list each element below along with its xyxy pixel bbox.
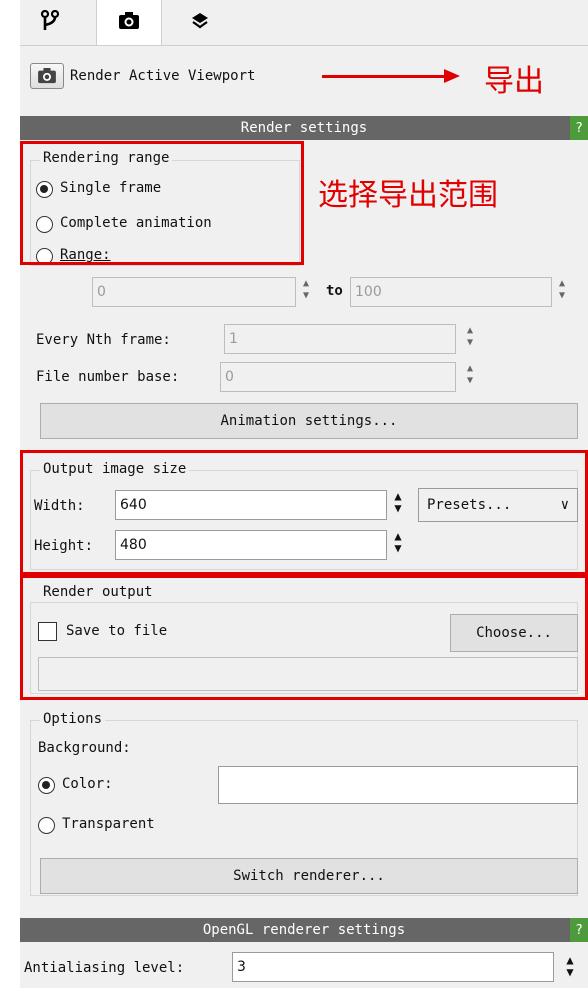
annotation-box-output	[20, 575, 588, 700]
tab-pipeline[interactable]	[30, 0, 70, 46]
annotation-select-range: 选择导出范围	[318, 178, 498, 213]
tab-render[interactable]	[96, 0, 162, 46]
transparent-radio[interactable]	[38, 817, 55, 834]
every-nth-spinner[interactable]: ▲ ▼	[462, 325, 478, 353]
annotation-export: 导出	[484, 64, 544, 99]
color-label: Color:	[62, 776, 113, 792]
switch-renderer-button[interactable]: Switch renderer...	[40, 858, 578, 894]
range-from-spinner[interactable]: ▲ ▼	[298, 278, 314, 306]
file-number-base-spinner[interactable]: ▲ ▼	[462, 363, 478, 391]
annotation-box-size	[20, 450, 588, 575]
help-icon[interactable]: ?	[570, 918, 588, 942]
transparent-label: Transparent	[62, 816, 155, 832]
opengl-settings-title: OpenGL renderer settings	[202, 922, 406, 938]
range-from-field[interactable]: 0	[92, 277, 296, 307]
background-label: Background:	[38, 740, 131, 756]
camera-icon	[118, 11, 140, 35]
annotation-box-range	[20, 141, 304, 265]
render-active-viewport-label: Render Active Viewport	[70, 68, 256, 84]
render-settings-header: Render settings ?	[20, 116, 588, 140]
animation-settings-button[interactable]: Animation settings...	[40, 403, 578, 439]
antialiasing-label: Antialiasing level:	[24, 960, 185, 976]
render-settings-title: Render settings	[240, 120, 368, 136]
render-active-viewport-button[interactable]: Render Active Viewport	[20, 54, 255, 98]
file-number-base-field[interactable]: 0	[220, 362, 456, 392]
file-number-base-label: File number base:	[36, 369, 180, 385]
pipeline-icon	[40, 9, 60, 37]
opengl-settings-header: OpenGL renderer settings ?	[20, 918, 588, 942]
range-to-spinner[interactable]: ▲ ▼	[554, 278, 570, 306]
render-camera-icon	[30, 63, 64, 89]
layers-icon	[191, 11, 209, 35]
background-color-swatch[interactable]	[218, 766, 578, 804]
options-title: Options	[40, 711, 106, 727]
antialiasing-spinner[interactable]: ▲ ▼	[562, 954, 578, 982]
annotation-arrow	[322, 75, 446, 78]
annotation-arrow-head	[444, 69, 460, 83]
tab-divider	[20, 45, 588, 46]
range-to-field[interactable]: 100	[350, 277, 552, 307]
antialiasing-field[interactable]: 3	[232, 952, 554, 982]
color-radio[interactable]	[38, 777, 55, 794]
every-nth-field[interactable]: 1	[224, 324, 456, 354]
every-nth-label: Every Nth frame:	[36, 332, 171, 348]
help-icon[interactable]: ?	[570, 116, 588, 140]
tab-overlays[interactable]	[172, 0, 228, 46]
range-to-label: to	[326, 283, 343, 299]
